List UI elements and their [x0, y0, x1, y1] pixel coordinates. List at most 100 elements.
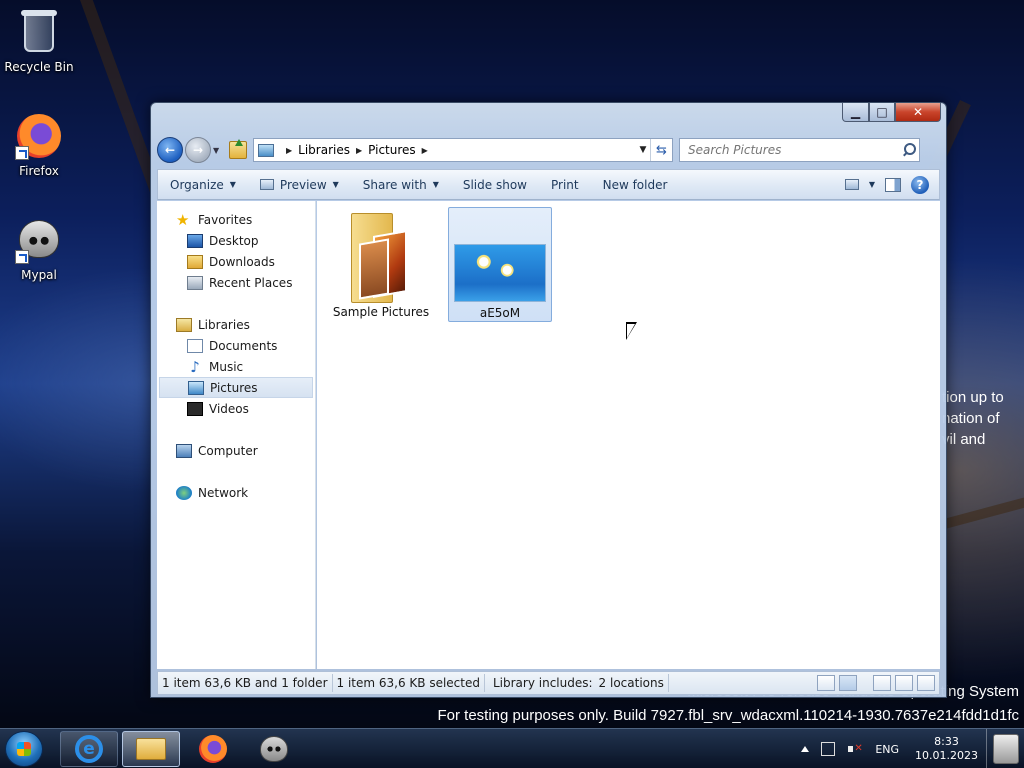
back-button[interactable]: ← [157, 137, 183, 163]
nav-item-favorites[interactable]: ★ Favorites [157, 209, 315, 230]
file-item-label: aE5oM [479, 306, 521, 320]
close-button[interactable]: ✕ [895, 103, 941, 122]
search-box[interactable] [679, 138, 920, 162]
forward-button[interactable]: → [185, 137, 211, 163]
help-icon[interactable]: ? [911, 175, 929, 194]
taskbar-windows-explorer[interactable] [122, 731, 180, 767]
taskbar: e ENG 8:33 10.01.2023 [0, 728, 1024, 768]
large-icons-view-icon[interactable] [839, 675, 857, 691]
desktop-icon-mypal[interactable]: Mypal [1, 216, 77, 282]
nav-label: Music [209, 359, 244, 374]
mypal-icon [15, 216, 63, 264]
pictures-icon [188, 380, 204, 395]
slide-show-label: Slide show [462, 177, 527, 192]
new-folder-button[interactable]: New folder [591, 170, 680, 199]
desktop-icon-label: Firefox [19, 164, 59, 178]
organize-button[interactable]: Organize ▼ [158, 170, 248, 199]
file-list: Sample Pictures aE5oM [317, 201, 940, 669]
address-bar[interactable]: ▶ Libraries ▶ Pictures ▶ ▼ ⇆ [253, 138, 673, 162]
show-hidden-icons-icon[interactable] [801, 746, 810, 752]
volume-muted-icon[interactable] [847, 742, 863, 756]
preview-button[interactable]: Preview ▼ [248, 170, 351, 199]
layout-icon[interactable] [895, 675, 913, 691]
minimize-icon: ▁ [850, 105, 861, 119]
recent-pages-dropdown[interactable]: ▼ [213, 146, 223, 155]
chevron-down-icon: ▼ [229, 180, 236, 189]
search-input[interactable] [688, 143, 899, 157]
breadcrumb-separator-icon[interactable]: ▶ [286, 146, 292, 155]
nav-item-recent-places[interactable]: Recent Places [157, 272, 315, 293]
nav-item-pictures[interactable]: Pictures [159, 377, 313, 398]
nav-item-documents[interactable]: Documents [157, 335, 315, 356]
nav-item-videos[interactable]: Videos [157, 398, 315, 419]
print-button[interactable]: Print [539, 170, 591, 199]
nav-label: Pictures [210, 380, 258, 395]
address-dropdown-icon[interactable]: ▼ [636, 145, 650, 155]
status-library-label: Library includes: [492, 676, 593, 690]
share-with-label: Share with [362, 177, 427, 192]
desktop-icon-firefox[interactable]: Firefox [1, 112, 77, 178]
minimize-button[interactable]: ▁ [842, 103, 869, 122]
taskbar-firefox[interactable] [184, 731, 242, 767]
layout-icon[interactable] [917, 675, 935, 691]
status-library: Library includes: 2 locations [485, 674, 669, 692]
status-selection: 1 item 63,6 KB selected [333, 674, 485, 692]
nav-label: Documents [209, 338, 278, 353]
breadcrumb-libraries[interactable]: Libraries [298, 143, 350, 157]
clock[interactable]: 8:33 10.01.2023 [915, 735, 978, 763]
documents-icon [187, 338, 203, 353]
show-desktop-button[interactable] [986, 729, 1024, 768]
clock-time: 8:33 [934, 735, 959, 748]
status-library-locations[interactable]: 2 locations [599, 676, 664, 690]
taskbar-internet-explorer[interactable]: e [60, 731, 118, 767]
image-thumbnail-icon [454, 244, 546, 302]
preview-label: Preview [279, 177, 327, 192]
change-view-icon[interactable] [844, 179, 859, 190]
nav-label: Desktop [209, 233, 259, 248]
maximize-icon: □ [876, 105, 888, 119]
breadcrumb-separator-icon[interactable]: ▶ [356, 146, 362, 155]
search-icon[interactable] [899, 140, 919, 160]
share-with-button[interactable]: Share with ▼ [351, 170, 451, 199]
mypal-icon [260, 736, 288, 762]
view-options-dropdown-icon[interactable]: ▼ [869, 180, 875, 189]
print-label: Print [550, 177, 579, 192]
file-item-sample-pictures[interactable]: Sample Pictures [329, 207, 433, 322]
nav-item-computer[interactable]: Computer [157, 440, 315, 461]
folder-icon [351, 213, 411, 303]
nav-item-downloads[interactable]: Downloads [157, 251, 315, 272]
nav-label: Libraries [198, 317, 250, 332]
refresh-button[interactable]: ⇆ [650, 139, 672, 161]
file-item-ae5om[interactable]: aE5oM [448, 207, 552, 322]
nav-item-libraries[interactable]: Libraries [157, 314, 315, 335]
wallpaper-text: nation of [942, 410, 1000, 427]
action-center-icon[interactable] [821, 742, 836, 756]
layout-icon[interactable] [873, 675, 891, 691]
file-item-label: Sample Pictures [332, 305, 430, 319]
slide-show-button[interactable]: Slide show [451, 170, 539, 199]
maximize-button[interactable]: □ [869, 103, 895, 122]
taskbar-mypal[interactable] [245, 731, 303, 767]
language-indicator[interactable]: ENG [875, 743, 899, 756]
network-icon [176, 485, 192, 500]
refresh-icon: ⇆ [656, 142, 667, 158]
status-bar: 1 item 63,6 KB and 1 folder 1 item 63,6 … [157, 671, 940, 695]
organize-label: Organize [170, 177, 224, 192]
nav-item-desktop[interactable]: Desktop [157, 230, 315, 251]
explorer-window: ▁ □ ✕ ← → ▼ ▶ Libraries ▶ Pictures ▶ ▼ ⇆… [150, 102, 947, 698]
nav-item-network[interactable]: Network [157, 482, 315, 503]
desktop-icon-recycle-bin[interactable]: Recycle Bin [1, 8, 77, 74]
computer-icon [176, 443, 192, 458]
desktop-icon-label: Recycle Bin [4, 60, 74, 74]
build-watermark-line2: For testing purposes only. Build 7927.fb… [437, 707, 1020, 724]
breadcrumb-separator-icon[interactable]: ▶ [422, 146, 428, 155]
breadcrumb-pictures[interactable]: Pictures [368, 143, 416, 157]
nav-label: Network [198, 485, 249, 500]
preview-pane-icon[interactable] [885, 177, 901, 192]
details-view-icon[interactable] [817, 675, 835, 691]
nav-item-music[interactable]: ♪ Music [157, 356, 315, 377]
up-folder-button[interactable] [229, 139, 247, 159]
start-button[interactable] [5, 731, 43, 767]
nav-label: Computer [198, 443, 258, 458]
navigation-pane: ★ Favorites Desktop Downloads Recent Plac… [157, 201, 316, 669]
